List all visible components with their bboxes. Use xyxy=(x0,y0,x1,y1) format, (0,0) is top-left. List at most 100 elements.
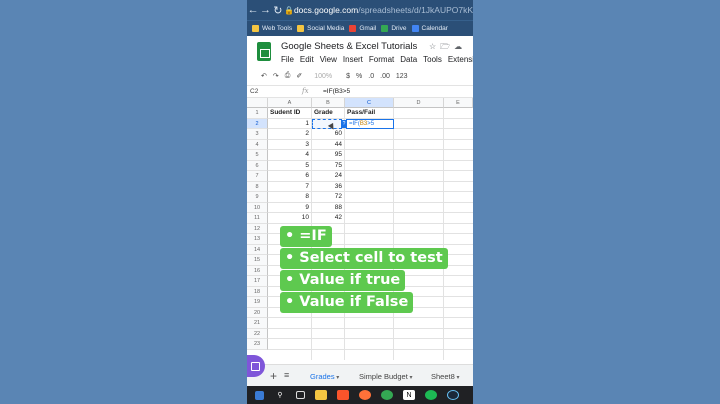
header-student-id[interactable]: Sudent ID xyxy=(268,108,312,119)
cell-student-id[interactable]: 2 xyxy=(268,129,312,140)
back-icon[interactable]: ← xyxy=(247,4,259,16)
cell-grade[interactable]: 60 xyxy=(312,129,345,140)
menu-extensions[interactable]: Extensions xyxy=(448,55,473,64)
menu-insert[interactable]: Insert xyxy=(343,55,363,64)
cell-student-id[interactable]: 6 xyxy=(268,171,312,182)
menu-edit[interactable]: Edit xyxy=(300,55,314,64)
brave-icon[interactable] xyxy=(337,390,349,400)
row-header-17[interactable]: 17 xyxy=(247,276,268,287)
all-sheets-button[interactable]: ≡ xyxy=(284,370,289,380)
search-icon[interactable]: ⚲ xyxy=(274,390,286,400)
cell-student-id[interactable]: 10 xyxy=(268,213,312,224)
tab-sheet8[interactable]: Sheet8 xyxy=(431,372,459,381)
zoom-select[interactable]: 100% xyxy=(314,73,332,80)
move-folder-icon[interactable]: 🗁 xyxy=(440,42,454,51)
column-header-e[interactable]: E xyxy=(444,98,473,108)
firefox-icon[interactable] xyxy=(359,390,371,400)
row-header-4[interactable]: 4 xyxy=(247,139,268,150)
cell-grade[interactable]: 75 xyxy=(312,161,345,172)
row-header-9[interactable]: 9 xyxy=(247,192,268,203)
tab-grades[interactable]: Grades xyxy=(310,372,339,381)
column-header-d[interactable]: D xyxy=(394,98,444,108)
cell-student-id[interactable]: 5 xyxy=(268,161,312,172)
menu-file[interactable]: File xyxy=(281,55,294,64)
star-icon[interactable]: ☆ xyxy=(429,42,440,51)
row-header-18[interactable]: 18 xyxy=(247,286,268,297)
redo-icon[interactable]: ↷ xyxy=(273,72,279,80)
chrome-icon[interactable] xyxy=(381,390,393,400)
bookmark-social-media[interactable]: Social Media xyxy=(297,25,344,32)
decrease-decimal-button[interactable]: .0 xyxy=(368,73,374,80)
name-box[interactable]: C2 xyxy=(250,88,258,95)
cell-student-id[interactable]: 4 xyxy=(268,150,312,161)
notion-icon[interactable]: N xyxy=(403,390,415,400)
forward-icon[interactable]: → xyxy=(259,4,271,16)
row-header-21[interactable]: 21 xyxy=(247,318,268,329)
steam-icon[interactable] xyxy=(447,390,459,400)
column-header-b[interactable]: B xyxy=(312,98,345,108)
bookmark-gmail[interactable]: Gmail xyxy=(349,25,376,32)
column-header-c[interactable]: C xyxy=(345,98,394,108)
menu-data[interactable]: Data xyxy=(400,55,417,64)
row-header-15[interactable]: 15 xyxy=(247,255,268,266)
row-header-3[interactable]: 3 xyxy=(247,129,268,140)
row-header-8[interactable]: 8 xyxy=(247,181,268,192)
row-header-16[interactable]: 16 xyxy=(247,265,268,276)
file-explorer-icon[interactable] xyxy=(315,390,327,400)
cell-grade[interactable]: 88 xyxy=(312,203,345,214)
cloud-status-icon[interactable]: ☁ xyxy=(454,42,466,51)
header-pass-fail[interactable]: Pass/Fail xyxy=(345,108,394,119)
tab-simple-budget[interactable]: Simple Budget xyxy=(359,372,412,381)
row-header-12[interactable]: 12 xyxy=(247,223,268,234)
row-header-22[interactable]: 22 xyxy=(247,328,268,339)
increase-decimal-button[interactable]: .00 xyxy=(380,73,390,80)
cell-student-id[interactable]: 9 xyxy=(268,203,312,214)
row-header-7[interactable]: 7 xyxy=(247,171,268,182)
row-header-6[interactable]: 6 xyxy=(247,160,268,171)
referenced-cell-b2[interactable] xyxy=(312,118,342,129)
cell-student-id[interactable]: 8 xyxy=(268,192,312,203)
cell-grade[interactable]: 42 xyxy=(312,213,345,224)
menu-format[interactable]: Format xyxy=(369,55,394,64)
cell-grade[interactable]: 44 xyxy=(312,140,345,151)
document-title[interactable]: Google Sheets & Excel Tutorials xyxy=(281,41,417,52)
percent-format-button[interactable]: % xyxy=(356,73,362,80)
windows-icon[interactable] xyxy=(255,390,264,400)
add-sheet-button[interactable]: + xyxy=(270,369,277,383)
menu-tools[interactable]: Tools xyxy=(423,55,442,64)
bookmark-web-tools[interactable]: Web Tools xyxy=(252,25,292,32)
bookmark-calendar[interactable]: Calendar xyxy=(411,25,448,32)
more-formats-button[interactable]: 123 xyxy=(396,73,408,80)
cell-grade[interactable]: 72 xyxy=(312,192,345,203)
row-header-10[interactable]: 10 xyxy=(247,202,268,213)
column-header-a[interactable]: A xyxy=(268,98,312,108)
undo-icon[interactable]: ↶ xyxy=(261,72,267,80)
header-grade[interactable]: Grade xyxy=(312,108,345,119)
sheets-logo-icon[interactable] xyxy=(257,42,271,61)
print-icon[interactable]: ⎙ xyxy=(285,72,291,80)
cell-student-id[interactable]: 3 xyxy=(268,140,312,151)
active-cell-c2[interactable]: =IF(B3>5 xyxy=(346,118,394,129)
paint-format-icon[interactable]: ✐ xyxy=(296,72,302,80)
cell-grade[interactable]: 24 xyxy=(312,171,345,182)
reload-icon[interactable]: ↻ xyxy=(272,4,284,17)
address-field[interactable]: docs.google.com/spreadsheets/d/1JkAUPO7k… xyxy=(294,5,473,15)
row-header-19[interactable]: 19 xyxy=(247,297,268,308)
cell-student-id[interactable]: 7 xyxy=(268,182,312,193)
row-header-14[interactable]: 14 xyxy=(247,244,268,255)
currency-format-button[interactable]: $ xyxy=(346,73,350,80)
select-all-corner[interactable] xyxy=(247,98,268,108)
row-header-5[interactable]: 5 xyxy=(247,150,268,161)
row-header-1[interactable]: 1 xyxy=(247,108,268,119)
formula-input[interactable]: =IF(B3>5 xyxy=(323,88,350,95)
cell-grade[interactable]: 95 xyxy=(312,150,345,161)
lock-icon[interactable]: 🔒 xyxy=(284,6,294,15)
cell-student-id[interactable]: 1 xyxy=(268,119,312,130)
row-header-20[interactable]: 20 xyxy=(247,307,268,318)
row-header-2[interactable]: 2 xyxy=(247,118,268,129)
row-header-23[interactable]: 23 xyxy=(247,339,268,350)
row-header-11[interactable]: 11 xyxy=(247,213,268,224)
menu-view[interactable]: View xyxy=(320,55,337,64)
cell-grade[interactable]: 36 xyxy=(312,182,345,193)
task-view-icon[interactable] xyxy=(296,391,305,399)
